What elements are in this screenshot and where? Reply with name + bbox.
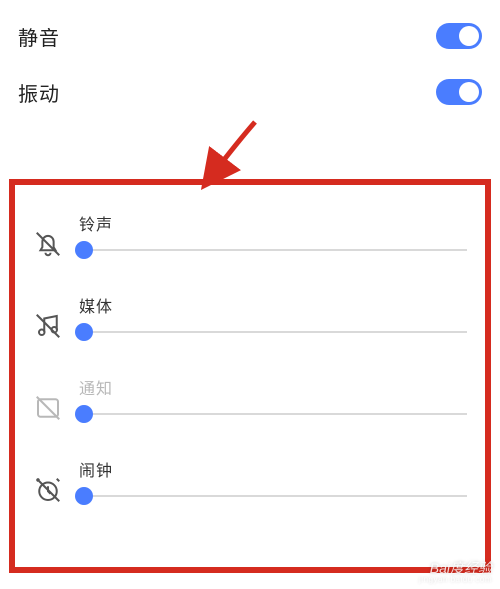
alarm-label: 闹钟 — [79, 457, 467, 481]
watermark-sub: jingyan.baidu.com — [419, 576, 492, 585]
vibrate-switch[interactable] — [436, 79, 482, 105]
highlight-box: 铃声 媒体 — [9, 179, 491, 573]
mute-row: 静音 — [18, 8, 482, 64]
ringtone-slider-thumb[interactable] — [75, 241, 93, 259]
media-row: 媒体 — [33, 279, 467, 361]
notify-slider-thumb[interactable] — [75, 405, 93, 423]
notify-row: 通知 — [33, 361, 467, 443]
alarm-row: 闹钟 — [33, 443, 467, 525]
mute-label: 静音 — [18, 22, 60, 51]
vibrate-row: 振动 — [18, 64, 482, 120]
ringtone-label: 铃声 — [79, 211, 467, 235]
alarm-mute-icon — [33, 475, 63, 505]
ringtone-row: 铃声 — [33, 197, 467, 279]
mute-switch[interactable] — [436, 23, 482, 49]
notify-mute-icon — [33, 393, 63, 423]
vibrate-label: 振动 — [18, 78, 60, 107]
bell-mute-icon — [33, 229, 63, 259]
note-mute-icon — [33, 311, 63, 341]
media-label: 媒体 — [79, 293, 467, 317]
ringtone-slider[interactable] — [79, 249, 467, 251]
alarm-slider-thumb[interactable] — [75, 487, 93, 505]
toggle-section: 静音 振动 — [0, 0, 500, 124]
media-slider-thumb[interactable] — [75, 323, 93, 341]
media-slider[interactable] — [79, 331, 467, 333]
slider-list: 铃声 媒体 — [33, 197, 467, 525]
notify-label: 通知 — [79, 375, 467, 399]
alarm-slider[interactable] — [79, 495, 467, 497]
notify-slider[interactable] — [79, 413, 467, 415]
